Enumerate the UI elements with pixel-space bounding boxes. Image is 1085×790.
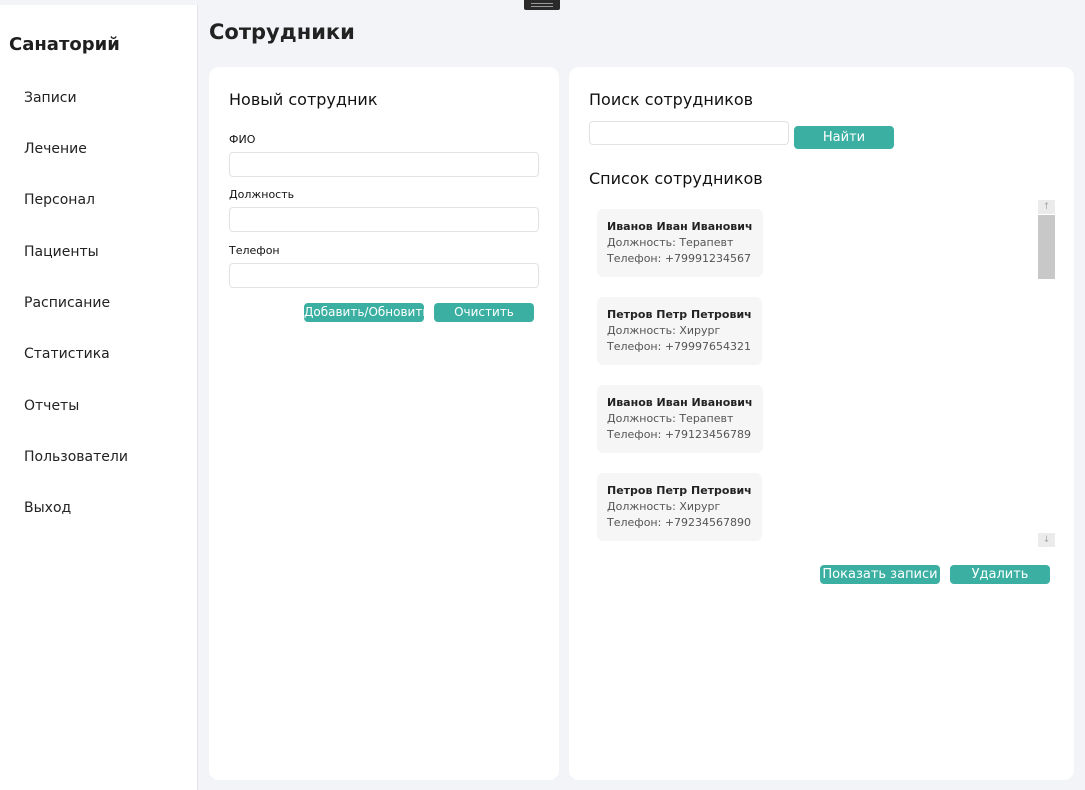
clear-button[interactable]: Очистить <box>434 303 534 322</box>
employee-name: Иванов Иван Иванович <box>607 396 753 409</box>
employee-list-item[interactable]: Иванов Иван Иванович Должность: Терапевт… <box>597 385 763 453</box>
employees-card: Поиск сотрудников Найти Список сотрудник… <box>569 67 1074 780</box>
employee-position: Должность: Хирург <box>607 324 721 337</box>
fio-label: ФИО <box>229 133 256 146</box>
employee-phone: Телефон: +79997654321 <box>607 340 752 353</box>
employee-name: Петров Петр Петрович <box>607 308 752 321</box>
search-button[interactable]: Найти <box>794 126 894 149</box>
page-title: Сотрудники <box>209 20 355 44</box>
employee-phone: Телефон: +79234567890 <box>607 516 752 529</box>
nav-item-raspisanie[interactable]: Расписание <box>24 295 110 311</box>
position-input[interactable] <box>229 207 539 232</box>
employee-list-item[interactable]: Петров Петр Петрович Должность: Хирург Т… <box>597 473 762 541</box>
phone-input[interactable] <box>229 263 539 288</box>
nav-item-zapisi[interactable]: Записи <box>24 90 77 106</box>
nav-item-polzovateli[interactable]: Пользователи <box>24 449 128 465</box>
nav-item-vykhod[interactable]: Выход <box>24 500 71 516</box>
delete-button[interactable]: Удалить <box>950 565 1050 584</box>
fio-input[interactable] <box>229 152 539 177</box>
app-title: Санаторий <box>9 34 120 55</box>
position-label: Должность <box>229 188 295 201</box>
employee-position: Должность: Терапевт <box>607 236 734 249</box>
list-scrollbar[interactable]: ↑ ↓ <box>1038 200 1055 550</box>
employee-phone: Телефон: +79991234567 <box>607 252 752 265</box>
employee-list[interactable]: Иванов Иван Иванович Должность: Терапевт… <box>597 207 1057 552</box>
search-input[interactable] <box>589 121 789 145</box>
nav-item-lechenie[interactable]: Лечение <box>24 141 87 157</box>
nav-item-statistika[interactable]: Статистика <box>24 346 110 362</box>
employee-phone: Телефон: +79123456789 <box>607 428 752 441</box>
phone-label: Телефон <box>229 244 280 257</box>
employee-name: Иванов Иван Иванович <box>607 220 753 233</box>
show-records-button[interactable]: Показать записи <box>820 565 940 584</box>
list-title: Список сотрудников <box>589 169 763 188</box>
nav-item-otchety[interactable]: Отчеты <box>24 398 79 414</box>
employee-list-item[interactable]: Петров Петр Петрович Должность: Хирург Т… <box>597 297 762 365</box>
employee-name: Петров Петр Петрович <box>607 484 752 497</box>
scroll-down-icon[interactable]: ↓ <box>1038 533 1055 547</box>
nav-item-personal[interactable]: Персонал <box>24 192 95 208</box>
employee-position: Должность: Терапевт <box>607 412 734 425</box>
employee-position: Должность: Хирург <box>607 500 721 513</box>
nav-item-patsienty[interactable]: Пациенты <box>24 244 99 260</box>
scroll-up-icon[interactable]: ↑ <box>1038 200 1055 214</box>
sidebar: Санаторий Записи Лечение Персонал Пациен… <box>0 5 198 790</box>
employee-list-item[interactable]: Иванов Иван Иванович Должность: Терапевт… <box>597 209 763 277</box>
search-title: Поиск сотрудников <box>589 90 754 109</box>
new-employee-card: Новый сотрудник ФИО Должность Телефон До… <box>209 67 559 780</box>
add-update-button[interactable]: Добавить/Обновить <box>304 303 424 322</box>
window-drag-handle[interactable] <box>524 0 560 10</box>
form-title: Новый сотрудник <box>229 90 378 109</box>
scroll-thumb[interactable] <box>1038 215 1055 279</box>
